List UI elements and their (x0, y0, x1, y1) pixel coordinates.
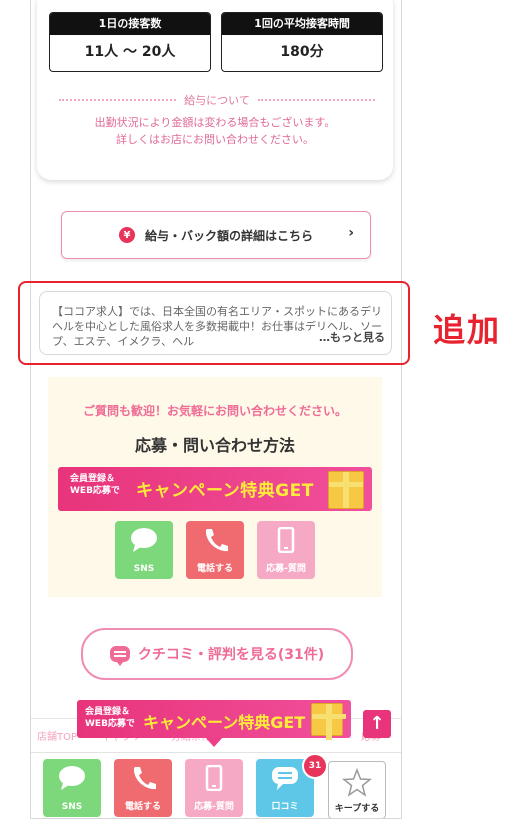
stat-label: 1回の平均接客時間 (222, 13, 382, 35)
smartphone-icon (277, 527, 295, 553)
annotation-highlight-box (18, 281, 410, 365)
salary-note-line: 出勤状況により金額は変わる場合もございます。 (94, 116, 336, 129)
gift-box-icon (328, 471, 364, 509)
contact-question: ご質問も歓迎！お気軽にお問い合わせください。 (82, 404, 347, 418)
smartphone-icon (205, 765, 223, 791)
campaign-banner[interactable]: 会員登録＆ WEB応募で キャンペーン特典GET (58, 467, 372, 511)
salary-detail-label: 給与・バック額の詳細はこちら (144, 228, 313, 243)
bottom-action-bar: SNS 電話する 応募-質問 口コミ 31 キープする (31, 752, 401, 818)
stat-value: 180分 (280, 44, 324, 60)
campaign-banner-main: キャンペーン特典GET (136, 481, 314, 501)
campaign-banner-sub: 会員登録＆ WEB応募で (85, 707, 135, 729)
contact-heading: 応募・問い合わせ方法 (134, 436, 295, 455)
comment-icon (272, 767, 298, 790)
bottom-button-label: 応募-質問 (194, 802, 234, 812)
phone-frame: 1日の接客数 11人 ～ 20人 1回の平均接客時間 180分 給与について 出… (30, 0, 402, 819)
keep-button-label: キープする (334, 804, 380, 814)
stat-label: 1日の接客数 (50, 13, 210, 35)
salary-note-line: 詳しくはお店にお問い合わせください。 (116, 133, 314, 146)
contact-apply-button[interactable]: 応募-質問 (257, 521, 315, 579)
stat-customers-per-day: 1日の接客数 11人 ～ 20人 (49, 12, 211, 72)
chat-icon (59, 766, 85, 790)
salary-note: 出勤状況により金額は変わる場合もございます。 詳しくはお店にお問い合わせください… (37, 114, 393, 148)
salary-detail-button[interactable]: ¥ 給与・バック額の詳細はこちら › (61, 211, 371, 259)
keep-button[interactable]: キープする (328, 761, 386, 818)
stat-average-time: 1回の平均接客時間 180分 (221, 12, 383, 72)
contact-button-label: 電話する (196, 564, 233, 574)
chevron-right-icon: › (348, 225, 354, 241)
bottom-button-label: 電話する (124, 802, 161, 812)
tab-store-top[interactable]: 店舗TOP (37, 728, 77, 743)
chat-icon (131, 528, 157, 552)
contact-phone-button[interactable]: 電話する (186, 521, 244, 579)
phone-icon (205, 529, 228, 552)
review-bubble-icon (109, 646, 130, 666)
contact-button-label: SNS (133, 564, 155, 574)
floating-campaign-banner[interactable]: 会員登録＆ WEB応募で キャンペーン特典GET (77, 700, 351, 747)
reviews-count-badge: 31 (302, 753, 328, 779)
campaign-banner-sub: 会員登録＆ WEB応募で (70, 474, 120, 496)
phone-icon (133, 767, 156, 790)
contact-sns-button[interactable]: SNS (115, 521, 173, 579)
campaign-banner-main: キャンペーン特典GET (143, 713, 306, 732)
stat-value: 11人 ～ 20人 (84, 44, 176, 60)
yen-icon: ¥ (118, 227, 135, 243)
salary-divider-label: 給与について (184, 94, 250, 107)
contact-button-label: 応募-質問 (266, 564, 306, 574)
bottom-button-label: SNS (61, 802, 83, 812)
contact-section: ご質問も歓迎！お気軽にお問い合わせください。 応募・問い合わせ方法 会員登録＆ … (48, 377, 382, 597)
bottom-phone-button[interactable]: 電話する (114, 759, 172, 817)
salary-divider: 給与について (59, 92, 376, 108)
job-info-card: 1日の接客数 11人 ～ 20人 1回の平均接客時間 180分 給与について 出… (37, 0, 393, 180)
bottom-button-label: 口コミ (271, 802, 299, 812)
star-icon (341, 767, 373, 797)
gift-box-icon (311, 703, 346, 740)
annotation-label: 追加 (433, 311, 502, 349)
scroll-top-button[interactable]: ↑ (363, 710, 391, 738)
bottom-apply-button[interactable]: 応募-質問 (185, 759, 243, 817)
bottom-sns-button[interactable]: SNS (43, 759, 101, 817)
reviews-button-label: クチコミ・評判を見る(31件) (137, 647, 325, 663)
reviews-button[interactable]: クチコミ・評判を見る(31件) (81, 628, 353, 680)
